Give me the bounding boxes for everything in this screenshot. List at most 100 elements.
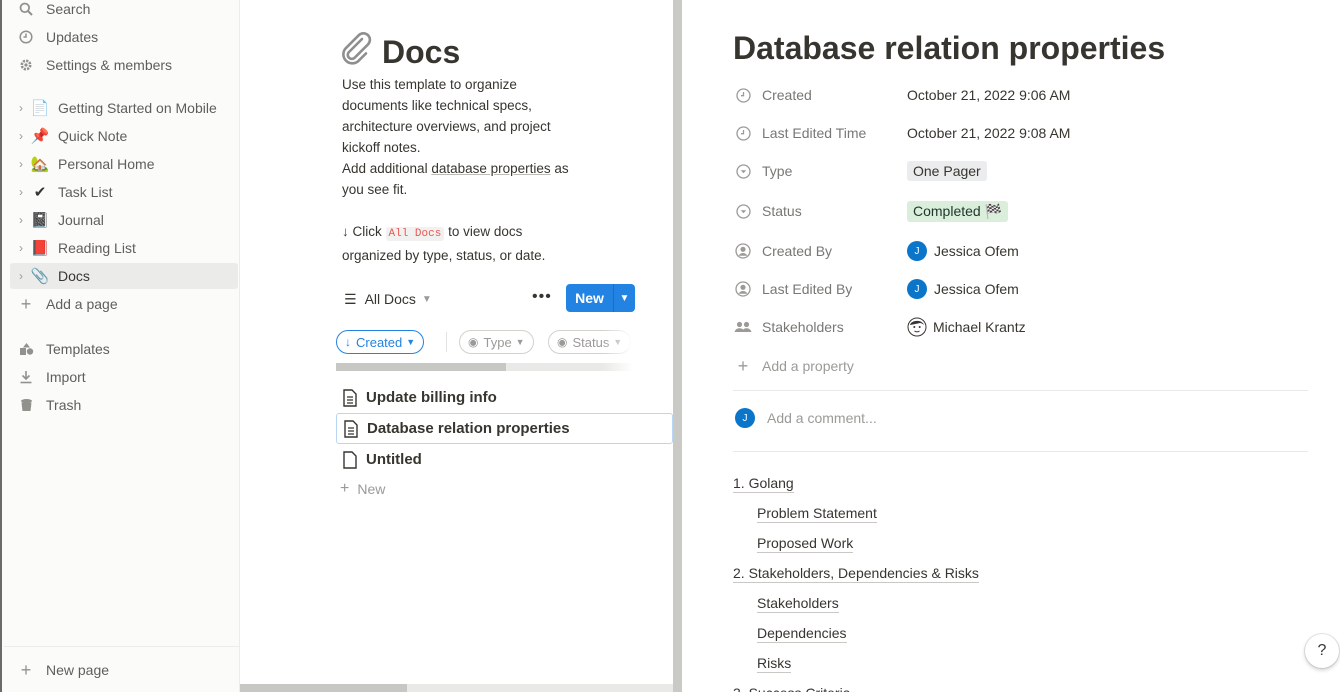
chevron-down-icon: ▼ xyxy=(406,337,416,347)
new-entry-button[interactable]: New ▼ xyxy=(566,284,635,312)
add-new-entry[interactable]: + New xyxy=(340,480,385,498)
toc-link[interactable]: 2. Stakeholders, Dependencies & Risks xyxy=(733,564,979,583)
toc-link[interactable]: 1. Golang xyxy=(733,474,794,493)
add-page-button[interactable]: + Add a page xyxy=(10,291,238,317)
import-icon xyxy=(16,367,36,387)
chip-label: Type xyxy=(483,334,512,350)
divider xyxy=(733,390,1308,391)
comment-input[interactable]: J Add a comment... xyxy=(733,408,877,428)
add-property-button[interactable]: + Add a property xyxy=(733,349,1308,383)
help-button[interactable]: ? xyxy=(1305,634,1339,668)
property-last-edited-by: Last Edited By J Jessica Ofem xyxy=(733,272,1308,306)
sidebar-item-quick-note[interactable]: › 📌 Quick Note xyxy=(10,123,238,149)
property-value[interactable]: J Jessica Ofem xyxy=(907,279,1019,299)
all-docs-code: All Docs xyxy=(385,227,445,241)
sidebar: Search Updates Settings & members › 📄 Ge… xyxy=(0,0,241,692)
property-type: Type One Pager xyxy=(733,154,1308,188)
sidebar-search[interactable]: Search xyxy=(10,0,238,22)
description-line: Use this template to organize documents … xyxy=(342,77,551,155)
property-last-edited-time: Last Edited Time October 21, 2022 9:08 A… xyxy=(733,116,1308,150)
toc-link[interactable]: 3. Success Criteria xyxy=(733,684,850,692)
horizontal-scrollbar[interactable] xyxy=(240,684,673,692)
property-key[interactable]: Last Edited By xyxy=(733,279,907,299)
property-key-label: Stakeholders xyxy=(762,319,844,335)
overflow-fade xyxy=(603,330,633,354)
list-item[interactable]: Untitled xyxy=(336,444,673,475)
database-properties-link[interactable]: database properties xyxy=(431,161,550,176)
sidebar-item-docs[interactable]: › 📎 Docs xyxy=(10,263,238,289)
sidebar-item-task-list[interactable]: › ✔ Task List xyxy=(10,179,238,205)
chevron-right-icon[interactable]: › xyxy=(14,241,28,255)
filter-divider xyxy=(446,332,447,352)
docs-description: Use this template to organize documents … xyxy=(342,74,582,266)
page-title[interactable]: Database relation properties xyxy=(733,30,1165,67)
sidebar-trash[interactable]: Trash xyxy=(10,392,238,418)
sidebar-updates[interactable]: Updates xyxy=(10,24,238,50)
list-item[interactable]: Database relation properties xyxy=(336,413,673,444)
chevron-right-icon[interactable]: › xyxy=(14,101,28,115)
property-key[interactable]: Last Edited Time xyxy=(733,123,907,143)
list-item[interactable]: Update billing info xyxy=(336,382,673,413)
add-property[interactable]: + Add a property xyxy=(733,356,907,376)
sidebar-item-journal[interactable]: › 📓 Journal xyxy=(10,207,238,233)
filter-scrollbar[interactable] xyxy=(336,363,633,371)
sidebar-item-getting-started[interactable]: › 📄 Getting Started on Mobile xyxy=(10,95,238,121)
property-value[interactable]: Michael Krantz xyxy=(907,317,1026,337)
view-selector[interactable]: ☰ All Docs ▼ xyxy=(344,291,432,308)
scrollbar-thumb[interactable] xyxy=(336,363,506,371)
property-key[interactable]: Created xyxy=(733,85,907,105)
property-key[interactable]: Status xyxy=(733,201,907,221)
property-stakeholders: Stakeholders Michael Krantz xyxy=(733,310,1308,344)
chevron-right-icon[interactable]: › xyxy=(14,185,28,199)
sidebar-item-label: Task List xyxy=(58,184,113,200)
property-key[interactable]: Created By xyxy=(733,241,907,261)
house-icon: 🏡 xyxy=(30,156,50,173)
toc-link[interactable]: Proposed Work xyxy=(757,534,854,553)
property-value[interactable]: October 21, 2022 9:06 AM xyxy=(907,87,1070,103)
chevron-right-icon[interactable]: › xyxy=(14,269,28,283)
sidebar-import[interactable]: Import xyxy=(10,364,238,390)
comment-placeholder[interactable]: Add a comment... xyxy=(767,410,877,426)
property-key[interactable]: Stakeholders xyxy=(733,317,907,337)
new-page-footer: + New page xyxy=(4,646,241,692)
notebook-icon: 📓 xyxy=(30,212,50,229)
property-value[interactable]: October 21, 2022 9:08 AM xyxy=(907,125,1070,141)
sidebar-settings[interactable]: Settings & members xyxy=(10,52,238,78)
sidebar-updates-label: Updates xyxy=(46,29,99,45)
more-options-icon[interactable]: ••• xyxy=(532,288,552,306)
sidebar-templates[interactable]: Templates xyxy=(10,336,238,362)
property-key-label: Created xyxy=(762,87,812,103)
toc-link[interactable]: Dependencies xyxy=(757,624,847,643)
chevron-right-icon[interactable]: › xyxy=(14,129,28,143)
sort-created-chip[interactable]: ↓ Created ▼ xyxy=(336,330,425,354)
property-value[interactable]: One Pager xyxy=(907,161,987,181)
property-value[interactable]: J Jessica Ofem xyxy=(907,241,1019,261)
toc-link[interactable]: Risks xyxy=(757,654,792,673)
avatar xyxy=(907,317,927,337)
new-page-button[interactable]: + New page xyxy=(10,657,238,683)
sidebar-item-personal-home[interactable]: › 🏡 Personal Home xyxy=(10,151,238,177)
chevron-right-icon[interactable]: › xyxy=(14,157,28,171)
filter-type-chip[interactable]: ◉ Type ▼ xyxy=(459,330,534,354)
chevron-down-icon: ▼ xyxy=(421,293,432,305)
toc-link[interactable]: Stakeholders xyxy=(757,594,839,613)
plus-icon: + xyxy=(340,480,350,497)
chevron-right-icon[interactable]: › xyxy=(14,213,28,227)
new-button-label[interactable]: New xyxy=(566,290,613,306)
divider xyxy=(733,451,1308,452)
property-key[interactable]: Type xyxy=(733,161,907,181)
select-icon: ◉ xyxy=(557,335,568,349)
chevron-down-icon[interactable]: ▼ xyxy=(614,293,635,304)
add-page-label: Add a page xyxy=(46,296,118,312)
sidebar-settings-label: Settings & members xyxy=(46,57,173,73)
person-name: Jessica Ofem xyxy=(934,281,1019,297)
plus-icon: + xyxy=(20,659,32,680)
sidebar-item-label: Quick Note xyxy=(58,128,128,144)
panel-divider[interactable] xyxy=(673,0,682,692)
scrollbar-thumb[interactable] xyxy=(240,684,407,692)
toc-link[interactable]: Problem Statement xyxy=(757,504,877,523)
pushpin-icon: 📌 xyxy=(30,128,50,145)
sidebar-item-reading-list[interactable]: › 📕 Reading List xyxy=(10,235,238,261)
property-key-label: Last Edited By xyxy=(762,281,853,297)
property-value[interactable]: Completed 🏁 xyxy=(907,200,1009,222)
